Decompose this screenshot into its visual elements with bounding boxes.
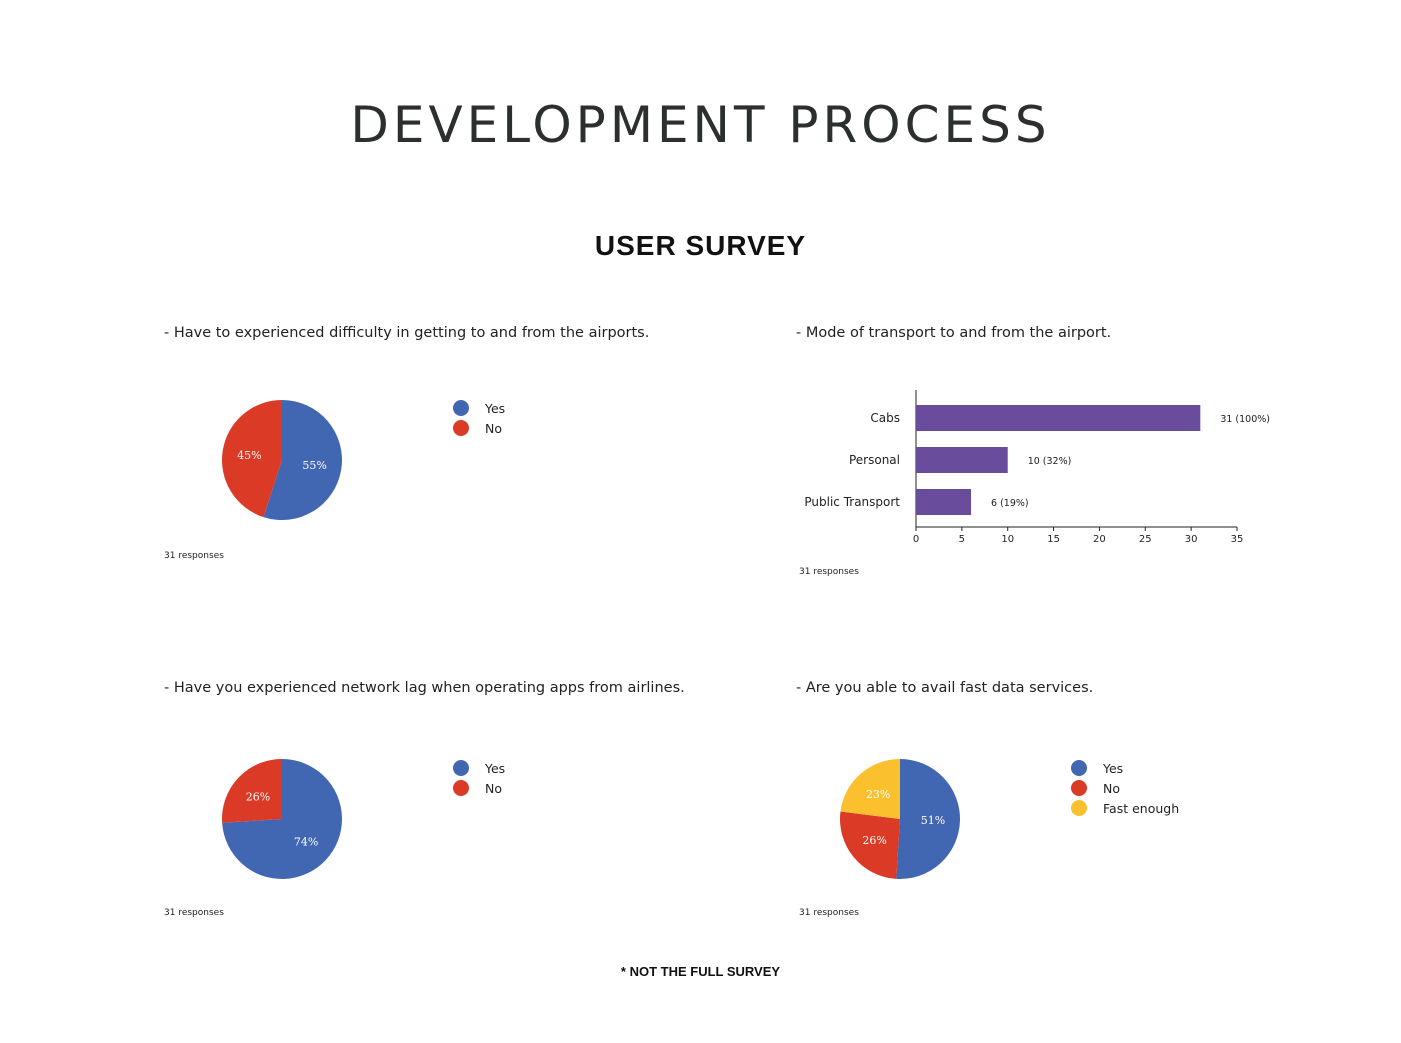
legend-label: No [1103,780,1120,796]
data-label-public-transport: 6 (19%) [991,498,1029,509]
legend-item-yes: Yes [453,398,505,418]
legend-item-no: No [453,778,505,798]
legend-item-no: No [453,418,505,438]
section-title: USER SURVEY [594,230,807,261]
pie-slice-label-yes: 55% [302,459,326,472]
bar-chart-transport-mode: 0 5 10 15 20 25 30 35 Cabs 31 (100%) Personal 10 (3… [804,390,1270,545]
responses-count-4: 31 responses [799,908,859,918]
legend-item-no: No [1071,778,1179,798]
category-label-personal: Personal [849,453,900,467]
legend-label: Yes [485,760,506,776]
bar-cabs [916,405,1201,431]
footnote: * NOT THE FULL SURVEY [620,964,781,979]
pie-chart-network-lag: 74% 26% [222,759,342,879]
legend-swatch [453,780,469,796]
x-tick-label: 0 [913,534,919,545]
x-tick-label: 15 [1047,534,1060,545]
bar-public-transport [916,489,972,515]
legend-item-yes: Yes [453,758,505,778]
question-1: - Have to experienced difficulty in gett… [164,325,650,341]
x-tick-label: 5 [959,534,965,545]
question-4: - Are you able to avail fast data servic… [796,680,1094,696]
legend-item-yes: Yes [1071,758,1179,778]
legend-swatch [453,760,469,776]
data-label-cabs: 31 (100%) [1220,414,1270,425]
legend-label: No [485,420,502,436]
pie-chart-fast-data: 51% 26% 23% [840,759,960,879]
category-label-cabs: Cabs [870,411,900,425]
x-tick-label: 10 [1001,534,1014,545]
pie-slice-label-yes: 51% [921,814,945,827]
responses-count-2: 31 responses [799,567,859,577]
legend-label: Fast enough [1103,800,1180,816]
x-tick-label: 30 [1185,534,1198,545]
bar-personal [916,447,1008,473]
legend-network-lag: Yes No [453,758,505,798]
pie-slice-label-yes: 74% [294,836,318,849]
pie-slice-label-no: 26% [862,834,886,847]
legend-label: Yes [1103,760,1124,776]
x-tick-label: 25 [1139,534,1152,545]
legend-fast-data: Yes No Fast enough [1071,758,1179,818]
legend-swatch [1071,780,1087,796]
pie-slice-label-no: 45% [237,449,261,462]
responses-count-3: 31 responses [164,908,224,918]
legend-label: Yes [485,400,506,416]
legend-item-fast-enough: Fast enough [1071,798,1179,818]
legend-airport-difficulty: Yes No [453,398,505,438]
legend-swatch [1071,800,1087,816]
pie-slice-label-no: 26% [246,790,270,803]
data-label-personal: 10 (32%) [1028,456,1072,467]
page-title: DEVELOPMENT PROCESS [350,96,1051,154]
x-tick-label: 20 [1093,534,1106,545]
legend-swatch [453,420,469,436]
legend-label: No [485,780,502,796]
legend-swatch [453,400,469,416]
pie-chart-airport-difficulty: 55% 45% [222,400,342,520]
question-2: - Mode of transport to and from the airp… [796,325,1112,341]
category-label-public-transport: Public Transport [804,495,900,509]
question-3: - Have you experienced network lag when … [164,680,685,696]
legend-swatch [1071,760,1087,776]
x-tick-label: 35 [1231,534,1244,545]
pie-slice-label-fast-enough: 23% [866,788,890,801]
responses-count-1: 31 responses [164,551,224,561]
